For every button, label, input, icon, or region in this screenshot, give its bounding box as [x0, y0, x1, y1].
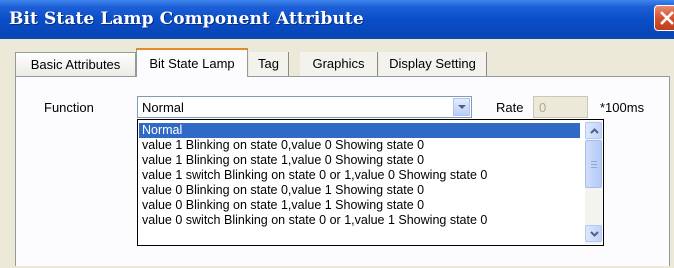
combo-dropdown-button[interactable]	[453, 98, 470, 116]
close-button[interactable]	[654, 5, 674, 31]
title-bar[interactable]: Bit State Lamp Component Attribute	[0, 0, 674, 39]
function-value: Normal	[142, 100, 184, 115]
rate-input[interactable]: 0	[533, 96, 588, 118]
chevron-down-icon	[590, 231, 599, 237]
scroll-up-button[interactable]	[585, 122, 602, 139]
close-icon	[660, 11, 674, 25]
tab-label: Basic Attributes	[30, 57, 121, 72]
thumb-grip	[591, 161, 597, 162]
dropdown-option[interactable]: value 0 Blinking on state 0,value 1 Show…	[139, 183, 580, 198]
dropdown-scrollbar[interactable]	[585, 121, 602, 244]
function-dropdown-list[interactable]: Normal value 1 Blinking on state 0,value…	[137, 119, 604, 246]
tab-label: Bit State Lamp	[149, 56, 235, 71]
window-title: Bit State Lamp Component Attribute	[9, 9, 364, 29]
tab-display-setting[interactable]: Display Setting	[379, 52, 487, 76]
chevron-down-icon	[458, 105, 466, 109]
dropdown-option[interactable]: value 1 switch Blinking on state 0 or 1,…	[139, 168, 580, 183]
rate-label: Rate	[496, 100, 524, 115]
dropdown-option[interactable]: value 1 Blinking on state 1,value 0 Show…	[139, 153, 580, 168]
tab-label: Tag	[258, 56, 279, 71]
tab-basic-attributes[interactable]: Basic Attributes	[15, 52, 136, 76]
function-label: Function	[44, 100, 94, 115]
thumb-grip	[591, 164, 597, 165]
rate-value: 0	[539, 100, 547, 115]
tab-label: Display Setting	[389, 56, 476, 71]
chevron-up-icon	[590, 128, 599, 134]
tab-tag[interactable]: Tag	[249, 52, 289, 76]
rate-unit-label: *100ms	[600, 100, 645, 115]
dropdown-option[interactable]: value 0 Blinking on state 1,value 1 Show…	[139, 198, 580, 213]
tab-graphics[interactable]: Graphics	[300, 52, 378, 76]
tab-bit-state-lamp[interactable]: Bit State Lamp	[136, 48, 248, 77]
scroll-thumb[interactable]	[585, 140, 602, 188]
dialog-window: Bit State Lamp Component Attribute Basic…	[0, 0, 674, 268]
function-combobox[interactable]: Normal	[137, 96, 472, 118]
tab-strip: Basic Attributes Bit State Lamp Tag Grap…	[15, 48, 665, 77]
thumb-grip	[591, 167, 597, 168]
tab-label: Graphics	[312, 56, 365, 71]
dropdown-option[interactable]: value 0 switch Blinking on state 0 or 1,…	[139, 213, 580, 228]
dropdown-option-normal[interactable]: Normal	[139, 123, 580, 138]
scroll-down-button[interactable]	[585, 225, 602, 242]
dropdown-option[interactable]: value 1 Blinking on state 0,value 0 Show…	[139, 138, 580, 153]
